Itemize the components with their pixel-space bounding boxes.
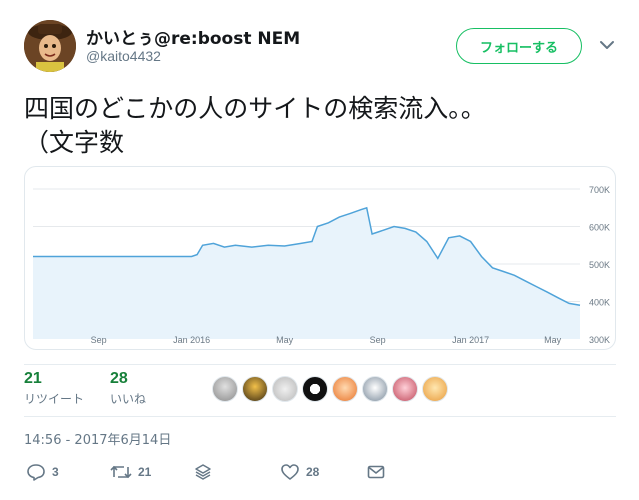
retweet-action-count: 21 — [138, 465, 152, 479]
chevron-down-icon[interactable] — [598, 36, 616, 54]
stack-button[interactable] — [193, 462, 213, 482]
divider — [24, 416, 616, 417]
x-tick-label: Sep — [370, 335, 386, 345]
y-tick-label: 300K — [589, 335, 610, 345]
user-handle[interactable]: @kaito4432 — [86, 48, 161, 64]
avatar-image — [24, 20, 76, 72]
x-tick-label: Jan 2017 — [452, 335, 489, 345]
tweet-text-line-1: 四国のどこかの人のサイトの検索流入。。 — [24, 94, 486, 123]
y-axis-ticks: 700K 600K 500K 400K 300K — [589, 185, 610, 345]
reply-count: 3 — [52, 465, 59, 479]
like-stat[interactable]: 28 いいね — [110, 370, 146, 407]
like-action-count: 28 — [306, 465, 320, 479]
liker-avatar[interactable] — [242, 376, 268, 402]
timestamp[interactable]: 14:56 - 2017年6月14日 — [24, 429, 171, 448]
chart-area — [33, 207, 580, 339]
retweet-button[interactable]: 21 — [110, 462, 151, 482]
y-tick-label: 700K — [589, 185, 610, 195]
heart-icon — [281, 464, 299, 480]
x-tick-label: Jan 2016 — [173, 335, 210, 345]
retweet-icon — [110, 465, 132, 479]
like-count: 28 — [110, 370, 128, 387]
envelope-icon — [367, 465, 385, 479]
liker-avatar[interactable] — [302, 376, 328, 402]
liker-avatars — [212, 376, 448, 402]
reply-button[interactable]: 3 — [26, 462, 59, 482]
y-tick-label: 600K — [589, 223, 610, 233]
layers-icon — [195, 464, 211, 480]
retweet-stat[interactable]: 21 リツイート — [24, 370, 84, 407]
avatar[interactable] — [24, 20, 76, 72]
like-label: いいね — [110, 392, 147, 406]
reply-icon — [27, 464, 45, 481]
chart-image-card[interactable]: 700K 600K 500K 400K 300K Sep Jan 2016 May Sep Ja… — [24, 166, 616, 350]
divider — [24, 364, 616, 365]
y-tick-label: 400K — [589, 298, 610, 308]
x-tick-label: May — [544, 335, 562, 345]
liker-avatar[interactable] — [212, 376, 238, 402]
x-tick-label: May — [276, 335, 294, 345]
liker-avatar[interactable] — [392, 376, 418, 402]
liker-avatar[interactable] — [332, 376, 358, 402]
tweet-text-line-2: （文字数 — [24, 128, 125, 157]
liker-avatar[interactable] — [422, 376, 448, 402]
tweet-text: 四国のどこかの人のサイトの検索流入。。 （文字数 — [24, 92, 624, 160]
retweet-count: 21 — [24, 370, 42, 387]
direct-message-button[interactable] — [366, 462, 386, 482]
retweet-label: リツイート — [24, 392, 85, 406]
y-tick-label: 500K — [589, 260, 610, 270]
liker-avatar[interactable] — [362, 376, 388, 402]
follow-button[interactable]: フォローする — [456, 28, 582, 64]
display-name[interactable]: かいとぅ@re:boost NEM — [86, 24, 300, 49]
like-button[interactable]: 28 — [280, 462, 319, 482]
x-tick-label: Sep — [91, 335, 107, 345]
search-traffic-chart: 700K 600K 500K 400K 300K Sep Jan 2016 May Sep Ja… — [33, 185, 610, 345]
liker-avatar[interactable] — [272, 376, 298, 402]
